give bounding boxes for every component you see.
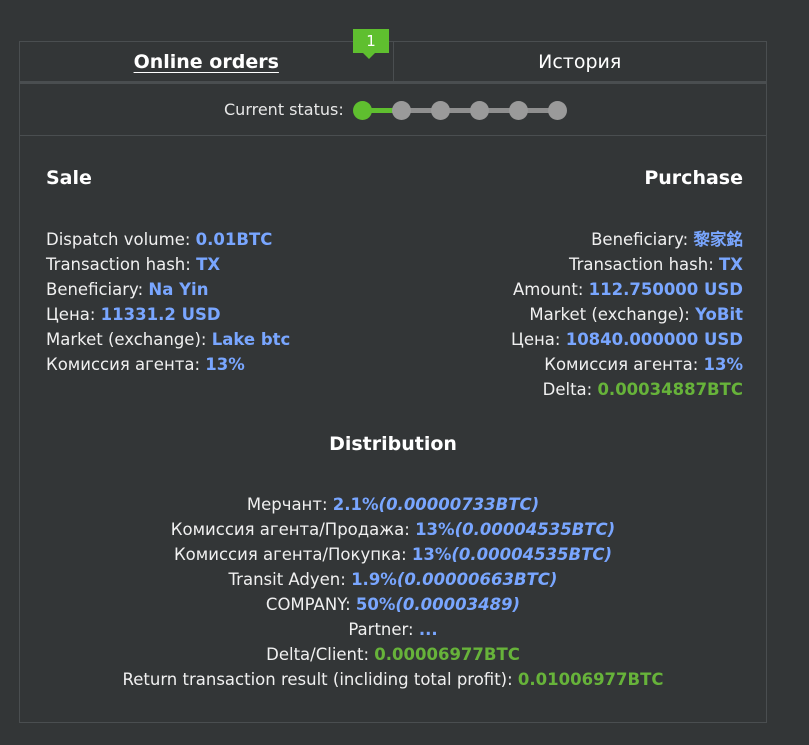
- sale-field-row: Beneficiary: Na Yin: [46, 277, 290, 302]
- field-value: 13%: [703, 355, 744, 374]
- row-label: Комиссия агента/Продажа:: [170, 520, 416, 539]
- purchase-fields: Beneficiary: 黎家銘 Transaction hash: TX Am…: [511, 227, 743, 402]
- row-value: 13%: [411, 545, 452, 564]
- distribution-row: Комиссия агента/Покупка: 13%(0.00004535B…: [20, 542, 766, 567]
- field-label: Amount:: [513, 280, 589, 299]
- current-step-badge: 1: [353, 29, 389, 59]
- purchase-field-row: Amount: 112.750000 USD: [511, 277, 743, 302]
- sale-field-row: Dispatch volume: 0.01BTC: [46, 227, 290, 252]
- transaction-hash-link[interactable]: TX: [719, 255, 743, 274]
- row-btc-amount: (0.00003489): [395, 595, 521, 614]
- purchase-field-row: Комиссия агента: 13%: [511, 352, 743, 377]
- row-btc-amount: (0.00000663BTC): [396, 570, 558, 589]
- delta-value: 0.00034887BTC: [597, 380, 743, 399]
- distribution-row: COMPANY: 50%(0.00003489): [20, 592, 766, 617]
- row-value: 2.1%: [332, 495, 379, 514]
- field-label: Комиссия агента:: [46, 355, 206, 374]
- field-value: 11331.2 USD: [100, 305, 221, 324]
- distribution-title: Distribution: [329, 433, 457, 455]
- purchase-field-row: Transaction hash: TX: [511, 252, 743, 277]
- distribution-rows: Мерчант: 2.1%(0.00000733BTC) Комиссия аг…: [20, 492, 766, 692]
- step-4-dot[interactable]: [470, 101, 489, 120]
- row-value: 0.00006977BTC: [374, 645, 520, 664]
- field-value: Na Yin: [148, 280, 209, 299]
- purchase-field-row: Market (exchange): YoBit: [511, 302, 743, 327]
- row-btc-amount: (0.00000733BTC): [378, 495, 540, 514]
- distribution-row: Delta/Client: 0.00006977BTC: [20, 642, 766, 667]
- field-label: Dispatch volume:: [46, 230, 196, 249]
- tab-online-orders[interactable]: Online orders: [20, 42, 393, 81]
- row-label: Мерчант:: [246, 495, 333, 514]
- status-stepper: [353, 99, 568, 123]
- row-label: Комиссия агента/Покупка:: [173, 545, 412, 564]
- field-value: 10840.000000 USD: [565, 330, 743, 349]
- field-label: Комиссия агента:: [544, 355, 704, 374]
- orders-panel: Online orders История Current status: 1 …: [19, 29, 767, 723]
- row-value: ...: [418, 620, 438, 639]
- transaction-hash-link[interactable]: TX: [196, 255, 220, 274]
- field-label: Цена:: [46, 305, 101, 324]
- sale-fields: Dispatch volume: 0.01BTC Transaction has…: [46, 227, 290, 377]
- status-label: Current status:: [224, 100, 344, 119]
- row-value: 0.01006977BTC: [517, 670, 664, 689]
- distribution-row: Return transaction result (incliding tot…: [20, 667, 766, 692]
- distribution-row: Комиссия агента/Продажа: 13%(0.00004535B…: [20, 517, 766, 542]
- field-value: YoBit: [695, 305, 743, 324]
- row-label: Partner:: [348, 620, 419, 639]
- field-value: Lake btc: [211, 330, 291, 349]
- field-value: 13%: [205, 355, 245, 374]
- distribution-row: Мерчант: 2.1%(0.00000733BTC): [20, 492, 766, 517]
- row-value: 50%: [355, 595, 396, 614]
- field-label: Delta:: [542, 380, 598, 399]
- sale-field-row: Market (exchange): Lake btc: [46, 327, 290, 352]
- sale-field-row: Комиссия агента: 13%: [46, 352, 290, 377]
- tab-history[interactable]: История: [392, 42, 767, 81]
- purchase-title: Purchase: [644, 167, 743, 189]
- field-value: 黎家銘: [693, 230, 744, 249]
- field-value: 112.750000 USD: [588, 280, 743, 299]
- field-label: Transaction hash:: [46, 255, 197, 274]
- purchase-field-row: Beneficiary: 黎家銘: [511, 227, 743, 252]
- purchase-field-row: Delta: 0.00034887BTC: [511, 377, 743, 402]
- row-label: COMPANY:: [265, 595, 356, 614]
- field-label: Beneficiary:: [591, 230, 694, 249]
- step-2-dot[interactable]: [392, 101, 411, 120]
- field-value: 0.01BTC: [195, 230, 273, 249]
- row-value: 13%: [415, 520, 455, 539]
- row-btc-amount: (0.00004535BTC): [451, 545, 613, 564]
- field-label: Beneficiary:: [46, 280, 149, 299]
- step-6-dot[interactable]: [548, 101, 567, 120]
- step-5-dot[interactable]: [509, 101, 528, 120]
- tab-bar: Online orders История: [20, 42, 766, 84]
- row-value: 1.9%: [351, 570, 397, 589]
- step-1-dot[interactable]: [353, 101, 372, 120]
- row-label: Delta/Client:: [266, 645, 375, 664]
- field-label: Цена:: [511, 330, 566, 349]
- status-bar: Current status:: [20, 86, 766, 136]
- purchase-field-row: Цена: 10840.000000 USD: [511, 327, 743, 352]
- row-btc-amount: (0.00004535BTC): [454, 520, 616, 539]
- row-label: Transit Adyen:: [228, 570, 352, 589]
- distribution-row: Transit Adyen: 1.9%(0.00000663BTC): [20, 567, 766, 592]
- field-label: Market (exchange):: [46, 330, 212, 349]
- sale-field-row: Цена: 11331.2 USD: [46, 302, 290, 327]
- distribution-row: Partner: ...: [20, 617, 766, 642]
- sale-field-row: Transaction hash: TX: [46, 252, 290, 277]
- sale-title: Sale: [46, 167, 92, 189]
- step-3-dot[interactable]: [431, 101, 450, 120]
- field-label: Market (exchange):: [529, 305, 696, 324]
- field-label: Transaction hash:: [568, 255, 720, 274]
- row-label: Return transaction result (incliding tot…: [122, 670, 518, 689]
